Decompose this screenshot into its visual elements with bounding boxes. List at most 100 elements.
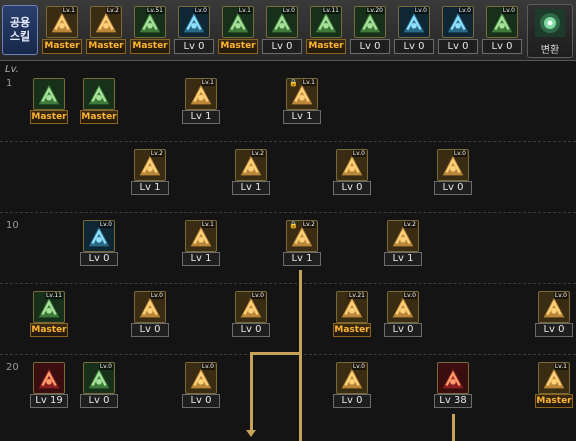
skill-slot[interactable]: Lv.20 Lv 0 [350,6,390,56]
skill-connector [250,352,253,432]
skill-mini-level: Lv.0 [457,7,472,14]
skill-master-label: Master [130,39,170,54]
skill-connector [299,270,302,441]
blue-shield-icon[interactable]: Lv.0 [83,220,115,252]
gold-flame-icon[interactable]: Lv.0 [387,291,419,323]
gold-rush-icon[interactable]: Lv.0 [538,291,570,323]
skill-level-label: Lv 0 [482,39,522,54]
skill-slot[interactable]: Lv.0 Lv 0 [333,149,371,195]
skill-level-label: Lv 0 [232,323,270,337]
gold-lock-slash-icon[interactable]: Lv.2 🔒 [286,220,318,252]
skill-slot[interactable]: Lv.2 Lv 1 [232,149,270,195]
skill-slot[interactable]: Lv.0 Lv 0 [232,291,270,337]
level-column-header: Lv. [5,64,19,75]
lock-icon: 🔒 [289,79,298,87]
gold-beast-icon[interactable]: Lv.2 [90,6,122,38]
skill-master-label: Master [535,394,573,408]
skill-mini-level: Lv.0 [281,7,296,14]
skill-mini-level: Lv.0 [501,7,516,14]
gold-crescent-icon[interactable]: Lv.0 [437,149,469,181]
gold-strike-icon[interactable]: Lv.1 [185,220,217,252]
skill-level-label: Lv 1 [182,252,220,266]
skill-slot[interactable]: Lv.0 Lv 0 [384,291,422,337]
skill-mini-level: Lv.1 [553,363,568,370]
green-target-icon[interactable]: Lv.1 [222,6,254,38]
skill-mini-level: Lv.0 [351,363,366,370]
skill-slot[interactable]: Lv.0 Lv 0 [174,6,214,56]
skill-level-label: Lv 0 [350,39,390,54]
gold-dagger-icon[interactable]: Lv.1 [185,78,217,110]
skill-slot[interactable]: Lv.1 Lv 1 [182,220,220,266]
gold-burst-icon[interactable]: Lv.0 [235,291,267,323]
skill-slot[interactable]: Lv.0 Lv 0 [182,362,220,408]
green-gate-icon[interactable] [83,78,115,110]
skill-slot[interactable]: Master [30,78,68,124]
skill-slot[interactable]: Lv.11 Master [306,6,346,56]
gold-leap-icon[interactable]: Lv.2 [235,149,267,181]
skill-slot[interactable]: Master [80,78,118,124]
skill-level-label: Lv 0 [80,252,118,266]
skill-slot[interactable]: Lv.1 Master [42,6,82,56]
skill-slot[interactable]: Lv.1 Lv 1 [182,78,220,124]
green-sprint-icon[interactable]: Lv.11 [33,291,65,323]
skill-slot[interactable]: Lv.0 Lv 0 [262,6,302,56]
gold-wave-icon[interactable]: Lv.2 [387,220,419,252]
skill-level-label: Lv 0 [434,181,472,195]
skill-mini-level: Lv.2 [250,150,265,157]
green-crosshair-icon[interactable]: Lv.0 [266,6,298,38]
blue-wings-icon[interactable]: Lv.0 [178,6,210,38]
skill-slot[interactable]: Lv.1 🔒 Lv 1 [283,78,321,124]
skill-mini-level: Lv.0 [98,363,113,370]
gold-spin-icon[interactable]: Lv.0 [336,149,368,181]
skill-slot[interactable]: Lv.0 Lv 0 [80,220,118,266]
gold-sun-icon[interactable]: Lv.21 [336,291,368,323]
transform-orb-icon [535,9,565,37]
skill-mini-level: Lv.0 [200,363,215,370]
skill-slot[interactable]: Lv.2 Master [86,6,126,56]
skill-slot[interactable]: Lv.0 Lv 0 [333,362,371,408]
skill-slot[interactable]: Lv.1 Master [535,362,573,408]
gold-gun-icon[interactable]: Lv.0 [185,362,217,394]
gold-lock-blade-icon[interactable]: Lv.1 🔒 [286,78,318,110]
gold-warrior-icon[interactable]: Lv.1 [46,6,78,38]
green-figure-icon[interactable]: Lv.11 [310,6,342,38]
gold-thrust-icon[interactable]: Lv.0 [134,291,166,323]
gold-blade-icon[interactable]: Lv.0 [336,362,368,394]
skill-slot[interactable]: Lv.0 Lv 0 [80,362,118,408]
skill-category-bar: 공용 스킬 Lv.1 Master Lv.2 Master Lv.51 Master Lv.… [0,0,576,61]
skill-slot[interactable]: Lv.11 Master [30,291,68,337]
gold-fist-icon[interactable]: Lv.1 [538,362,570,394]
skill-slot[interactable]: Lv.1 Master [218,6,258,56]
skill-slot[interactable]: Lv.0 Lv 0 [535,291,573,337]
skill-slot[interactable]: Lv.21 Master [333,291,371,337]
gold-kick-icon[interactable]: Lv.2 [134,149,166,181]
skill-slot[interactable]: Lv.0 Lv 0 [131,291,169,337]
red-mech-icon[interactable] [437,362,469,394]
skill-slot[interactable]: Lv.0 Lv 0 [394,6,434,56]
skill-slot[interactable]: Lv.51 Master [130,6,170,56]
common-skill-tab[interactable]: 공용 스킬 [2,5,38,55]
skill-slot[interactable]: Lv.2 Lv 1 [131,149,169,195]
green-runner-icon[interactable]: Lv.51 [134,6,166,38]
skill-slot[interactable]: Lv 38 [434,362,472,408]
green-cross-icon[interactable]: Lv.0 [83,362,115,394]
skill-slot[interactable]: Lv.0 Lv 0 [438,6,478,56]
transform-button[interactable]: 변환 [527,4,573,58]
skill-level-label: Lv 0 [80,394,118,408]
blue-eye-icon[interactable]: Lv.0 [398,6,430,38]
skill-slot[interactable]: Lv.0 Lv 0 [434,149,472,195]
green-whirl-icon[interactable]: Lv.0 [486,6,518,38]
blue-armor-icon[interactable]: Lv.0 [442,6,474,38]
skill-mini-level: Lv.20 [366,7,384,14]
green-dash-icon[interactable]: Lv.20 [354,6,386,38]
skill-level-label: Lv 0 [262,39,302,54]
red-sword-icon[interactable] [33,362,65,394]
skill-master-label: Master [42,39,82,54]
skill-slot[interactable]: Lv 19 [30,362,68,408]
skill-slot[interactable]: Lv.2 Lv 1 [384,220,422,266]
green-maze-icon[interactable] [33,78,65,110]
skill-slot[interactable]: Lv.0 Lv 0 [482,6,522,56]
skill-mini-level: Lv.2 [149,150,164,157]
skill-master-label: Master [30,110,68,124]
skill-slot[interactable]: Lv.2 🔒 Lv 1 [283,220,321,266]
